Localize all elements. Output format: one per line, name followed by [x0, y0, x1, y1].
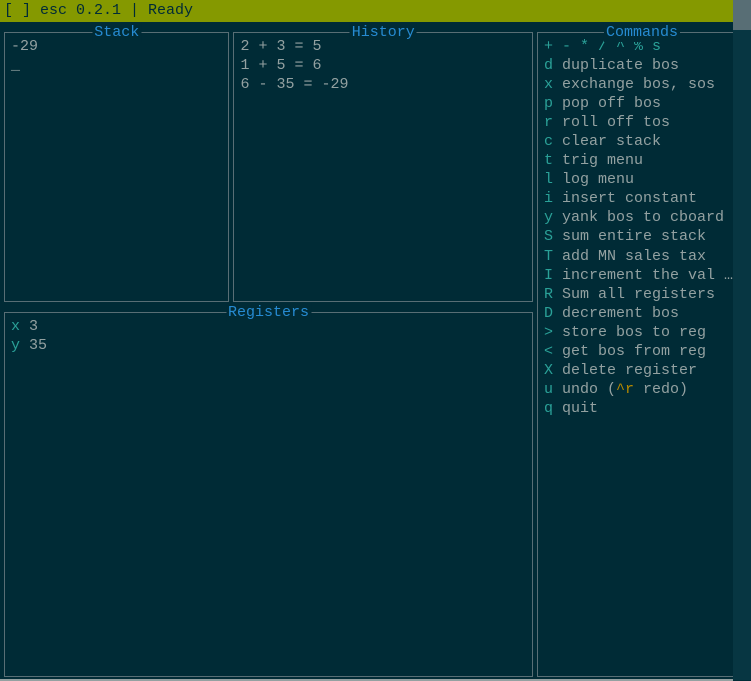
stack-cursor[interactable]: _ [11, 56, 222, 75]
commands-panel: Commands + - * / ^ % s dduplicate bosxex… [537, 32, 747, 677]
command-row[interactable]: Ssum entire stack [544, 227, 740, 246]
scrollbar[interactable] [733, 0, 751, 680]
register-row: y 35 [11, 336, 526, 355]
register-key: x [11, 318, 20, 335]
command-row[interactable]: Ddecrement bos [544, 304, 740, 323]
command-key: y [544, 208, 562, 227]
command-desc: increment the val … [562, 266, 733, 285]
command-key: u [544, 380, 562, 399]
redo-key: ^r [616, 381, 634, 398]
register-key: y [11, 337, 20, 354]
command-key: T [544, 247, 562, 266]
command-key: t [544, 151, 562, 170]
command-key: c [544, 132, 562, 151]
command-desc: delete register [562, 361, 697, 380]
registers-panel: Registers x 3 y 35 [4, 312, 533, 677]
command-key: S [544, 227, 562, 246]
register-value: 3 [29, 318, 38, 335]
command-desc: get bos from reg [562, 342, 706, 361]
command-row[interactable]: RSum all registers [544, 285, 740, 304]
command-desc: store bos to reg [562, 323, 706, 342]
status-bar: [ ] esc 0.2.1 | Ready [0, 0, 751, 22]
status-text: [ ] esc 0.2.1 | Ready [4, 1, 193, 20]
command-desc: roll off tos [562, 113, 670, 132]
command-row[interactable]: Xdelete register [544, 361, 740, 380]
command-key: > [544, 323, 562, 342]
commands-title: Commands [604, 23, 680, 42]
command-key: I [544, 266, 562, 285]
command-row[interactable]: ttrig menu [544, 151, 740, 170]
command-row[interactable]: rroll off tos [544, 113, 740, 132]
command-desc: quit [562, 399, 598, 418]
command-desc: add MN sales tax [562, 247, 706, 266]
command-key: d [544, 56, 562, 75]
command-row[interactable]: llog menu [544, 170, 740, 189]
command-key: p [544, 94, 562, 113]
command-row-undo[interactable]: u undo (^r redo) [544, 380, 740, 399]
command-desc: undo (^r redo) [562, 380, 688, 399]
command-key: D [544, 304, 562, 323]
command-key: < [544, 342, 562, 361]
history-title: History [350, 23, 417, 42]
command-desc: pop off bos [562, 94, 661, 113]
register-value: 35 [29, 337, 47, 354]
command-row[interactable]: Tadd MN sales tax [544, 247, 740, 266]
top-row: Stack -29 _ History 2 + 3 = 5 1 + 5 = 6 … [4, 26, 533, 302]
command-desc: exchange bos, sos [562, 75, 715, 94]
command-key: x [544, 75, 562, 94]
history-panel: History 2 + 3 = 5 1 + 5 = 6 6 - 35 = -29 [233, 32, 533, 302]
registers-title: Registers [226, 303, 311, 322]
command-desc: sum entire stack [562, 227, 706, 246]
history-line: 6 - 35 = -29 [240, 75, 526, 94]
history-line: 1 + 5 = 6 [240, 56, 526, 75]
command-row[interactable]: yyank bos to cboard [544, 208, 740, 227]
command-desc: decrement bos [562, 304, 679, 323]
command-row[interactable]: xexchange bos, sos [544, 75, 740, 94]
main-container: Stack -29 _ History 2 + 3 = 5 1 + 5 = 6 … [0, 22, 751, 677]
command-key: i [544, 189, 562, 208]
command-key: q [544, 399, 562, 418]
stack-title: Stack [92, 23, 141, 42]
command-desc: clear stack [562, 132, 661, 151]
command-row[interactable]: <get bos from reg [544, 342, 740, 361]
command-desc: trig menu [562, 151, 643, 170]
command-key: r [544, 113, 562, 132]
command-desc: insert constant [562, 189, 697, 208]
command-row[interactable]: ppop off bos [544, 94, 740, 113]
command-key: l [544, 170, 562, 189]
command-desc: duplicate bos [562, 56, 679, 75]
command-key: X [544, 361, 562, 380]
command-key: R [544, 285, 562, 304]
scrollbar-thumb[interactable] [733, 0, 751, 30]
command-row-quit[interactable]: q quit [544, 399, 740, 418]
command-row[interactable]: Iincrement the val … [544, 266, 740, 285]
command-desc: yank bos to cboard [562, 208, 724, 227]
command-row[interactable]: iinsert constant [544, 189, 740, 208]
command-desc: Sum all registers [562, 285, 715, 304]
stack-panel: Stack -29 _ [4, 32, 229, 302]
command-row[interactable]: dduplicate bos [544, 56, 740, 75]
command-row[interactable]: cclear stack [544, 132, 740, 151]
command-desc: log menu [562, 170, 634, 189]
left-column: Stack -29 _ History 2 + 3 = 5 1 + 5 = 6 … [4, 26, 533, 677]
command-row[interactable]: >store bos to reg [544, 323, 740, 342]
